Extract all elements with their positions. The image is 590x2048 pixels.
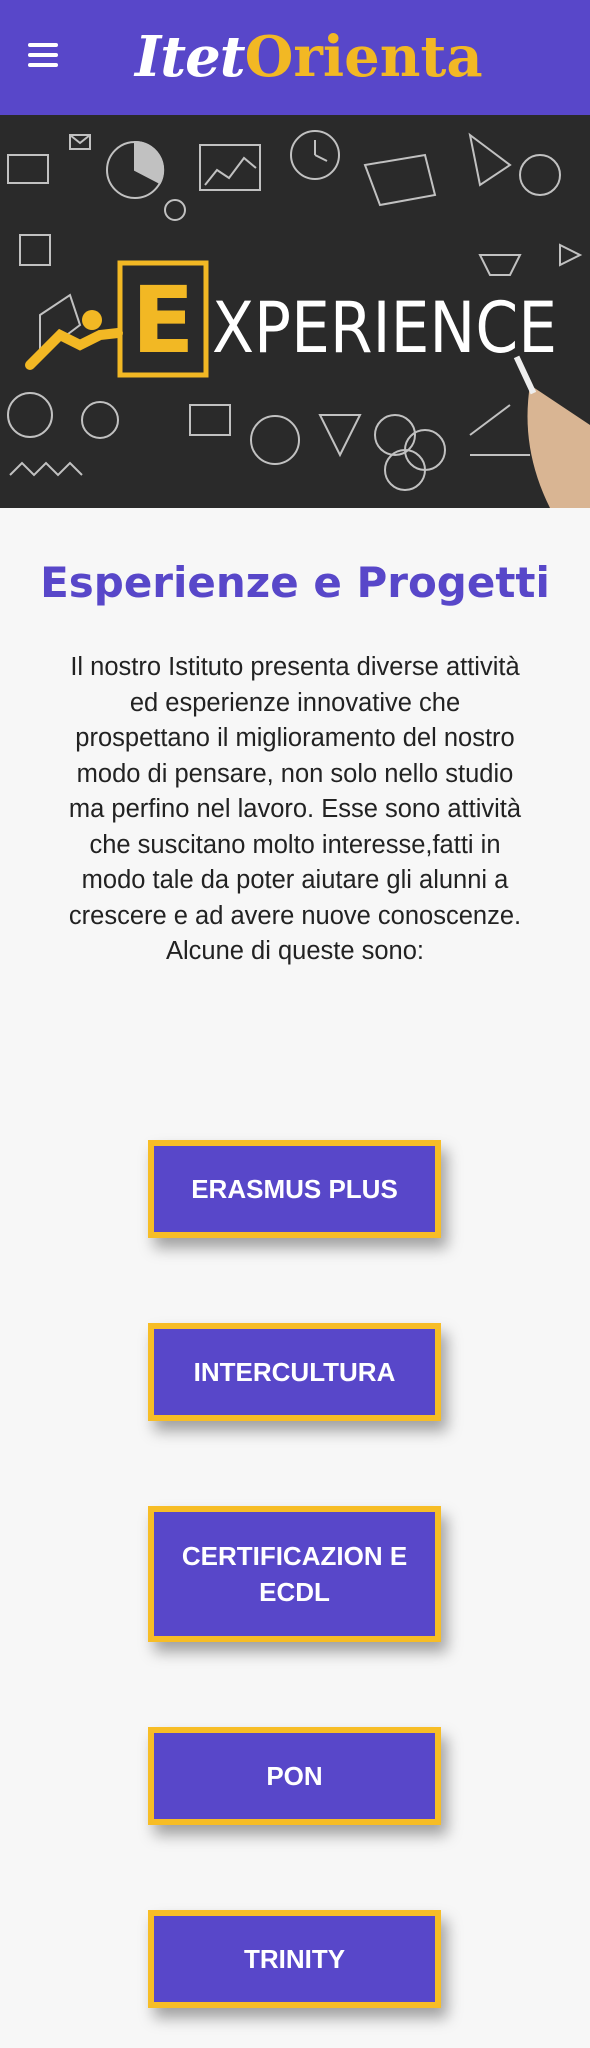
hero-word: XPERIENCE (212, 287, 557, 369)
app-header: ItetOrienta (0, 0, 590, 115)
hero-letter-e: E (132, 267, 195, 374)
hamburger-menu-icon[interactable] (28, 43, 66, 73)
erasmus-plus-button[interactable]: ERASMUS PLUS (148, 1140, 441, 1238)
certificazione-ecdl-button[interactable]: CERTIFICAZION E ECDL (148, 1506, 441, 1642)
page-title: Esperienze e Progetti (40, 558, 550, 607)
pon-button[interactable]: PON (148, 1727, 441, 1825)
logo-part-itet: Itet (135, 24, 246, 90)
intro-paragraph: Il nostro Istituto presenta diverse atti… (68, 653, 522, 965)
hero-banner: E XPERIENCE (0, 115, 590, 508)
hero-chalkboard-illustration: E XPERIENCE (0, 115, 590, 508)
logo-part-orienta: Orienta (244, 24, 483, 90)
intercultura-button[interactable]: INTERCULTURA (148, 1323, 441, 1421)
site-logo[interactable]: ItetOrienta (135, 20, 483, 95)
trinity-button[interactable]: TRINITY (148, 1910, 441, 2008)
